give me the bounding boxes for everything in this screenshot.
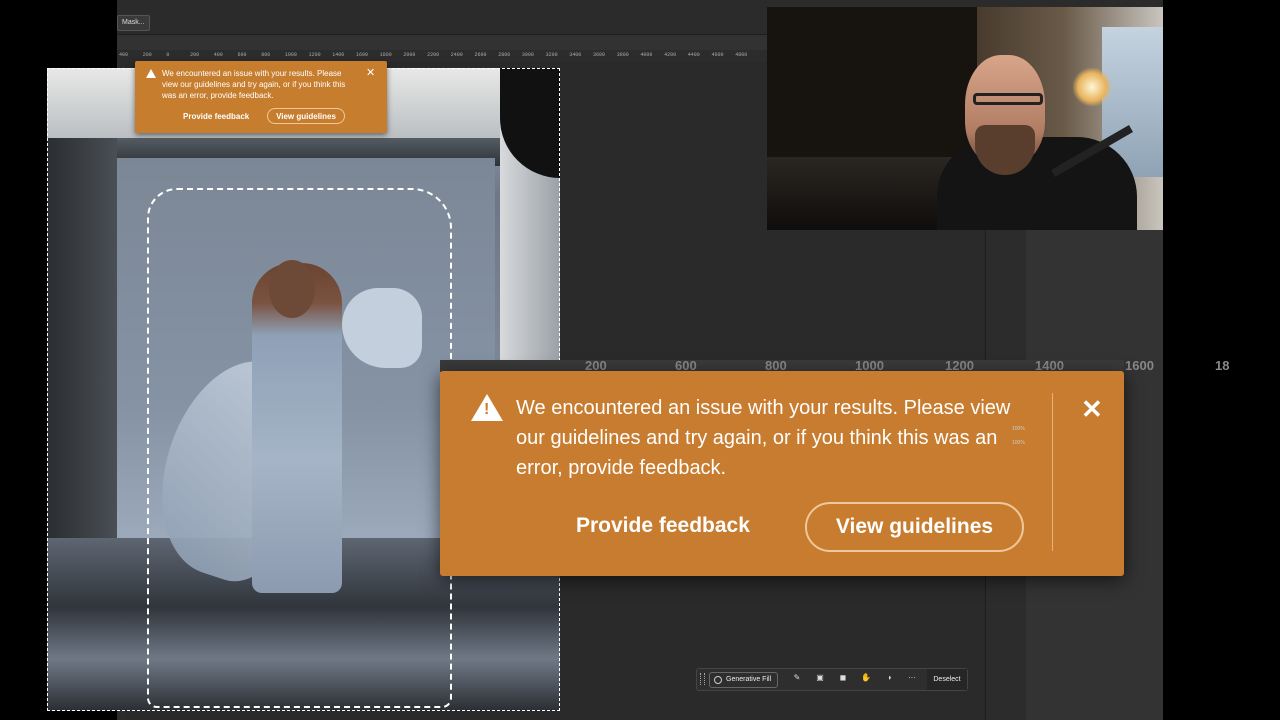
ruler-tick-label: 4600 (711, 52, 724, 58)
mask-button[interactable]: Mask... (117, 15, 150, 31)
view-guidelines-button[interactable]: View guidelines (805, 502, 1024, 552)
ruler-tick-label: 1800 (379, 52, 392, 58)
ruler-tick-label: 1600 (356, 52, 369, 58)
presenter-shirt (937, 137, 1137, 230)
ruler-tick-label: 1400 (332, 52, 345, 58)
generative-fill-button[interactable]: Generative Fill (709, 672, 779, 688)
ruler-tick-label: 400 (213, 52, 223, 58)
generative-fill-label: Generative Fill (726, 676, 772, 683)
close-icon[interactable]: ✕ (366, 67, 375, 79)
lamp (1072, 67, 1112, 107)
ruler-tick-label: 2400 (450, 52, 463, 58)
subject-selection-marquee[interactable] (147, 188, 452, 708)
fill-icon[interactable]: ✋ (861, 673, 871, 683)
brush-icon[interactable]: ✎ (792, 673, 802, 683)
ruler-tick-label: 600 (237, 52, 247, 58)
ruler-tick-label: 2600 (474, 52, 487, 58)
dark-wall (767, 7, 977, 157)
ruler-tick-label: 4200 (664, 52, 677, 58)
deselect-button[interactable]: Deselect (927, 669, 967, 690)
error-toast-zoomed: ! We encountered an issue with your resu… (440, 371, 1124, 576)
ruler-tick-label: 18 (1215, 358, 1230, 373)
opacity-value[interactable]: 100% (1012, 426, 1025, 432)
ruler-tick-label: 2200 (427, 52, 440, 58)
ruler-tick-label: 2800 (498, 52, 511, 58)
error-toast-small: We encountered an issue with your result… (135, 61, 387, 133)
more-icon[interactable]: ··· (907, 673, 917, 683)
warning-icon (146, 69, 156, 78)
mask-icon[interactable]: ◼ (838, 673, 848, 683)
ruler-tick-label: 1200 (308, 52, 321, 58)
ruler-tick-label: 3800 (616, 52, 629, 58)
error-message: We encountered an issue with your result… (516, 397, 1011, 479)
ruler-tick-label: 1000 (284, 52, 297, 58)
ruler-tick-label: 3200 (545, 52, 558, 58)
presenter-glasses (973, 93, 1043, 105)
webcam-overlay (767, 7, 1163, 230)
ruler-tick-label: 800 (261, 52, 271, 58)
contextual-task-bar: Generative Fill ✎ ▣ ◼ ✋ ◑ ··· Deselect (696, 668, 968, 691)
adjustment-icon[interactable]: ◑ (884, 673, 894, 683)
warning-exclamation: ! (484, 401, 490, 418)
ruler-tick-label: 2000 (403, 52, 416, 58)
ruler-tick-label: 200 (142, 52, 152, 58)
ruler-tick-label: 4000 (640, 52, 653, 58)
ruler-tick-label: 0 (166, 52, 170, 58)
ruler-tick-label: 400 (119, 52, 129, 58)
transform-icon[interactable]: ▣ (815, 673, 825, 683)
provide-feedback-button[interactable]: Provide feedback (576, 514, 750, 538)
ruler-tick-label: 4400 (687, 52, 700, 58)
ruler-tick-label: 200 (190, 52, 200, 58)
generative-fill-icon (714, 676, 722, 684)
fill-value[interactable]: 100% (1012, 440, 1025, 446)
ruler-tick-label: 3400 (569, 52, 582, 58)
ruler-tick-label: 3000 (521, 52, 534, 58)
ruler-tick-label: 1600 (1125, 358, 1154, 373)
error-message: We encountered an issue with your result… (162, 69, 346, 100)
close-icon[interactable]: ✕ (1081, 395, 1103, 423)
toast-divider (1052, 393, 1053, 551)
provide-feedback-button[interactable]: Provide feedback (183, 112, 249, 121)
ruler-tick-label: 3600 (593, 52, 606, 58)
drag-handle[interactable] (700, 673, 705, 685)
view-guidelines-button[interactable]: View guidelines (267, 108, 345, 124)
ruler-tick-label: 4800 (735, 52, 748, 58)
